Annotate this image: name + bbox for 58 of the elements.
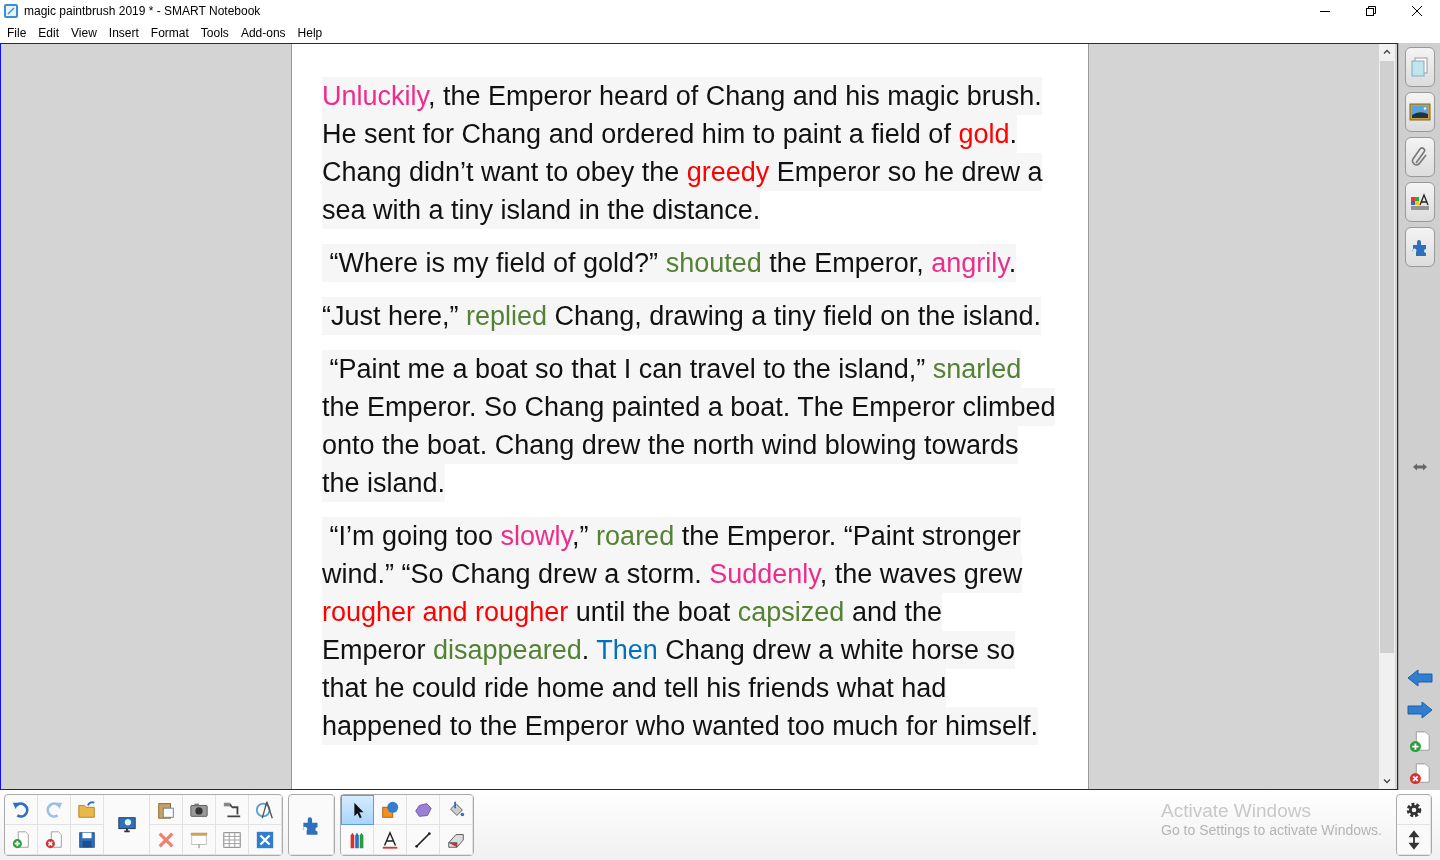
menu-item[interactable]: Add-ons [235,25,291,40]
app-icon [3,3,19,19]
undo-icon [11,799,31,820]
compass-icon [255,799,275,820]
menu-item[interactable]: Tools [195,25,234,40]
menu-item[interactable]: View [66,25,102,40]
paperclip-tab[interactable] [1404,137,1435,177]
add-page-icon [11,829,31,850]
line-icon [413,829,433,850]
new-page-button[interactable] [5,825,38,855]
pages-icon [1408,56,1431,78]
text-button[interactable] [374,825,407,855]
full-screen-button[interactable] [249,825,282,855]
menu-item[interactable]: File [2,25,32,40]
document-camera-button[interactable] [216,795,249,825]
full-screen-icon [255,829,275,850]
previous-page-icon[interactable] [1406,667,1433,689]
color-text-icon [1408,191,1431,213]
vertical-scrollbar[interactable] [1379,44,1395,789]
monitor-icon [116,814,137,835]
measurement-tools-button[interactable] [249,795,282,825]
gallery-tab[interactable] [1404,92,1435,132]
delete-page-button[interactable] [38,825,71,855]
eraser-button[interactable] [440,825,473,855]
next-page-icon[interactable] [1406,699,1433,721]
scrollbar-thumb[interactable] [1380,61,1394,653]
menu-item[interactable]: Edit [33,25,65,40]
settings-button[interactable] [1397,795,1431,825]
table-icon [222,829,242,850]
shapes-button[interactable] [374,795,407,825]
window-title: magic paintbrush 2019 * - SMART Notebook [24,4,261,18]
polygons-button[interactable] [407,795,440,825]
text-icon [380,829,400,850]
redo-icon [44,799,64,820]
pens-button[interactable] [341,825,374,855]
delete-page-icon [44,829,64,850]
fill-button[interactable] [440,795,473,825]
scroll-down-icon[interactable] [1382,776,1392,786]
framed-picture-icon [1408,101,1431,123]
menu-item[interactable]: Insert [103,25,144,40]
undo-button[interactable] [5,795,38,825]
properties-tab[interactable] [1404,182,1435,222]
menu-item[interactable]: Help [292,25,328,40]
select-button[interactable] [341,795,374,825]
puzzle-tab[interactable] [1404,227,1435,267]
shapes-icon [380,799,400,820]
activation-notice-text: Go to Settings to activate Windows. [1161,822,1382,838]
move-toolbar-button[interactable] [1397,825,1431,855]
save-button[interactable] [71,825,104,855]
page-sorter-tab[interactable] [1404,47,1435,87]
add-ons-button[interactable] [289,795,334,855]
folder-icon [77,799,97,820]
resize-arrows-icon[interactable] [1411,462,1428,472]
menu-item[interactable]: Format [145,25,194,40]
camera-button[interactable] [183,795,216,825]
lines-button[interactable] [407,825,440,855]
screen-shade-button[interactable] [104,795,150,855]
scroll-up-icon[interactable] [1382,47,1392,57]
